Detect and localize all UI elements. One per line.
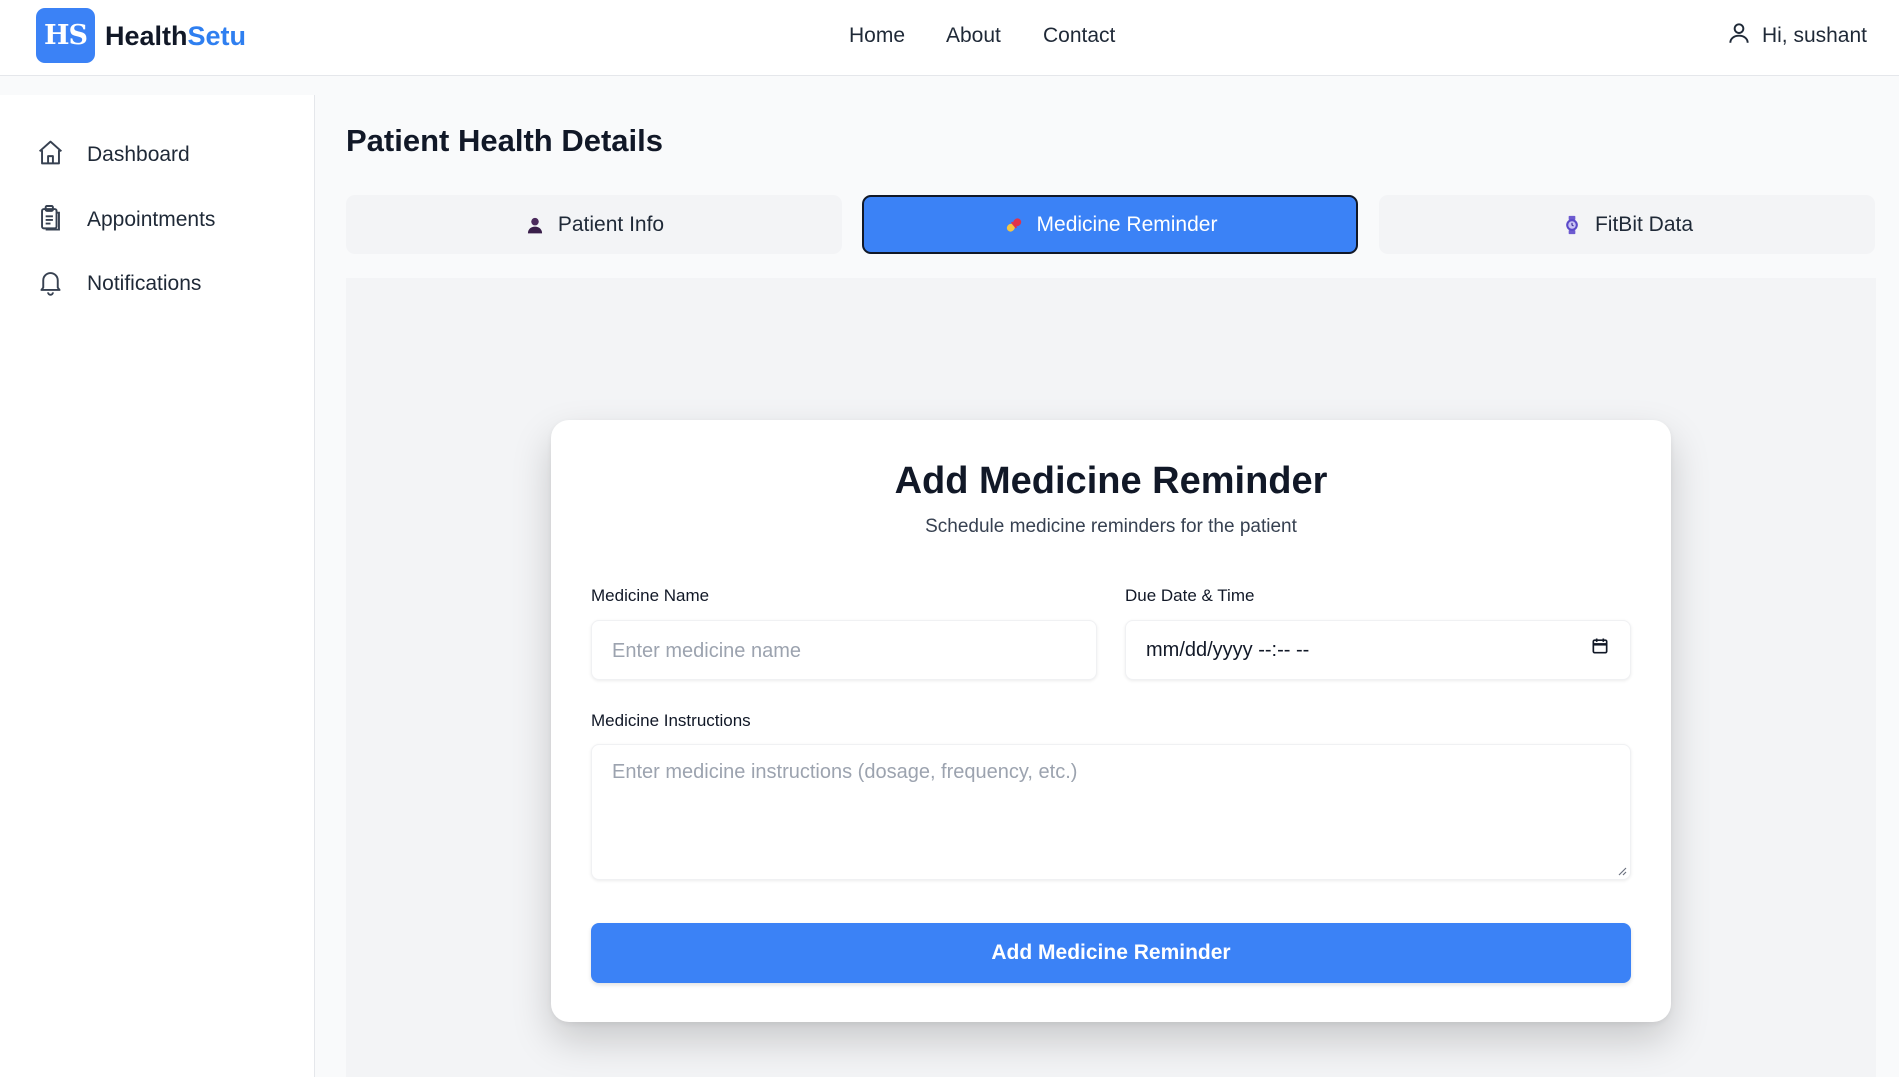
sidebar-item-label: Notifications bbox=[87, 272, 202, 295]
brand-name-part2: Setu bbox=[187, 21, 247, 51]
tab-label: Medicine Reminder bbox=[1036, 212, 1218, 236]
nav-home-link[interactable]: Home bbox=[849, 18, 905, 54]
medicine-instructions-label: Medicine Instructions bbox=[591, 711, 751, 730]
sidebar-item-label: Dashboard bbox=[87, 143, 190, 166]
sidebar-item-label: Appointments bbox=[87, 208, 216, 231]
watch-icon bbox=[1561, 214, 1583, 236]
calendar-icon[interactable] bbox=[1590, 620, 1610, 680]
user-icon bbox=[1726, 20, 1752, 52]
sidebar-item-appointments[interactable]: Appointments bbox=[36, 200, 215, 240]
home-icon bbox=[36, 138, 65, 173]
pill-icon bbox=[1003, 214, 1025, 236]
due-datetime-input[interactable]: mm/dd/yyyy --:-- -- bbox=[1125, 620, 1631, 680]
page-title: Patient Health Details bbox=[346, 123, 663, 158]
tab-label: FitBit Data bbox=[1594, 212, 1694, 236]
nav-about-link[interactable]: About bbox=[946, 18, 1001, 54]
medicine-name-input[interactable]: Enter medicine name bbox=[591, 620, 1097, 680]
user-greeting: Hi, sushant bbox=[1761, 24, 1867, 47]
tab-patient-info[interactable]: Patient Info bbox=[346, 195, 842, 254]
instructions-placeholder: Enter medicine instructions (dosage, fre… bbox=[612, 761, 1078, 783]
brand-name[interactable]: HealthSetu bbox=[105, 16, 246, 56]
sidebar-item-dashboard[interactable]: Dashboard bbox=[36, 135, 190, 175]
brand-name-part1: Health bbox=[105, 21, 188, 51]
sidebar: Dashboard Appointments Notifications bbox=[0, 95, 315, 1077]
due-datetime-label: Due Date & Time bbox=[1125, 586, 1255, 605]
nav-contact-link[interactable]: Contact bbox=[1043, 18, 1115, 54]
person-icon bbox=[524, 214, 546, 236]
tab-medicine-reminder[interactable]: Medicine Reminder bbox=[862, 195, 1358, 254]
resize-handle-icon[interactable] bbox=[1617, 866, 1627, 876]
form-subtitle: Schedule medicine reminders for the pati… bbox=[925, 516, 1297, 537]
logo-badge[interactable]: HS bbox=[36, 8, 95, 63]
medicine-instructions-textarea[interactable]: Enter medicine instructions (dosage, fre… bbox=[591, 744, 1631, 880]
medicine-name-label: Medicine Name bbox=[591, 586, 710, 605]
top-header: HS HealthSetu Home About Contact Hi, sus… bbox=[0, 0, 1899, 76]
clipboard-icon bbox=[36, 203, 65, 238]
tab-label: Patient Info bbox=[557, 212, 665, 236]
add-medicine-reminder-button[interactable]: Add Medicine Reminder bbox=[591, 923, 1631, 983]
form-title: Add Medicine Reminder bbox=[894, 460, 1328, 502]
sidebar-item-notifications[interactable]: Notifications bbox=[36, 264, 201, 304]
medicine-reminder-form: Add Medicine Reminder Schedule medicine … bbox=[551, 420, 1671, 1022]
tab-fitbit-data[interactable]: FitBit Data bbox=[1379, 195, 1875, 254]
bell-icon bbox=[36, 267, 65, 302]
user-menu[interactable]: Hi, sushant bbox=[1726, 18, 1867, 54]
due-datetime-value: mm/dd/yyyy --:-- -- bbox=[1146, 639, 1310, 661]
